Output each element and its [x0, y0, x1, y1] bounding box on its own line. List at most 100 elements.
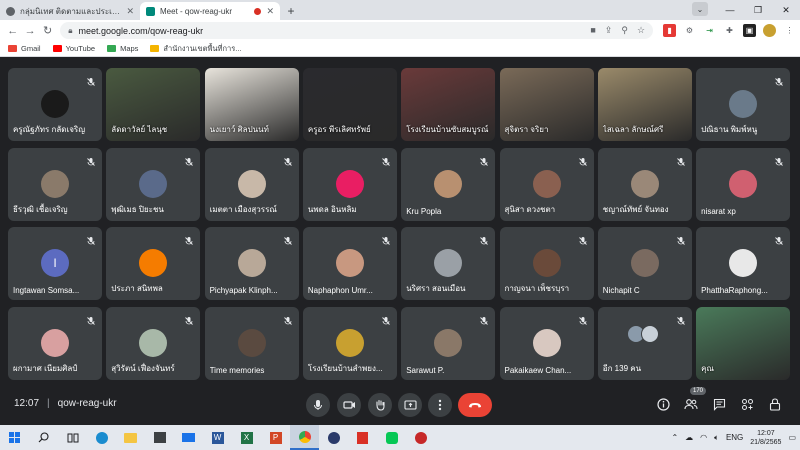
people-button[interactable] [682, 395, 700, 413]
bookmark-star-icon[interactable]: ☆ [637, 25, 645, 36]
participant-tile[interactable]: ประภา สนิทพล [106, 227, 201, 300]
participant-tile[interactable]: กาญจนา เพ็ชรบุรา [499, 227, 594, 300]
participant-tile[interactable]: Time memories [204, 306, 299, 380]
extensions-puzzle-icon[interactable]: ✚ [723, 24, 736, 37]
word-app[interactable]: W [203, 425, 232, 450]
chat-button[interactable] [710, 395, 728, 413]
meeting-details-button[interactable] [654, 395, 672, 413]
recorder-app[interactable] [406, 425, 435, 450]
participant-tile[interactable]: PhatthaRaphong... [696, 227, 791, 300]
participant-tile[interactable]: สุจิตรา จริยา [499, 68, 594, 141]
system-clock[interactable]: 12:07 21/8/2565 [750, 429, 781, 447]
participant-tile[interactable]: ครูอร พีรเลิศทรัพย์ [302, 68, 397, 141]
participant-tile[interactable]: สุวิรัตน์ เฟื่องจันทร์ [106, 306, 201, 380]
edge-app[interactable] [87, 425, 116, 450]
bookmark-gmail[interactable]: Gmail [8, 44, 41, 53]
close-tab-icon[interactable]: ✕ [266, 6, 274, 17]
participant-tile[interactable]: นงเยาว์ ศิลปนนท์ [204, 68, 299, 141]
participant-tile[interactable]: nisarat xp [696, 147, 791, 221]
participant-tile[interactable]: Pakaikaew Chan... [499, 306, 594, 380]
more-options-button[interactable] [428, 393, 452, 417]
camera-button[interactable] [337, 393, 361, 417]
participant-tile[interactable]: อีก 139 คน [597, 306, 692, 380]
avatar [532, 249, 561, 277]
participant-tile[interactable]: Nichapit C [597, 227, 692, 300]
show-hidden-icons[interactable]: ⌃ [671, 433, 678, 442]
participant-tile[interactable]: เมตตา เมืองสุวรรณ์ [204, 147, 299, 221]
forward-icon[interactable]: → [21, 22, 38, 40]
close-window-button[interactable]: ✕ [772, 0, 800, 20]
extension-1-icon[interactable]: ▮ [663, 24, 677, 37]
lock-icon[interactable]: 🔒︎ [68, 26, 72, 36]
participant-count-badge: 170 [690, 387, 707, 395]
store-app[interactable] [145, 425, 174, 450]
participant-tile[interactable]: ลัดดาวัลย์ ไลนุช [106, 68, 201, 141]
participant-tile[interactable]: นพดล อินหลิม [302, 147, 397, 221]
bookmark-maps[interactable]: Maps [107, 44, 138, 53]
browser-tab-meet[interactable]: Meet - qow-reag-ukr ✕ [140, 2, 280, 20]
browser-menu-icon[interactable]: ⋮ [783, 24, 796, 37]
present-screen-button[interactable] [398, 393, 422, 417]
avatar [237, 169, 266, 198]
participant-tile[interactable]: Sarawut P. [401, 306, 496, 380]
search-button[interactable] [29, 425, 58, 450]
task-view-button[interactable] [58, 425, 87, 450]
host-controls-button[interactable] [766, 395, 784, 413]
media-app[interactable] [319, 425, 348, 450]
extension-3-icon[interactable]: ⇥ [703, 24, 716, 37]
mail-app[interactable] [174, 425, 203, 450]
minimize-button[interactable]: — [716, 0, 744, 20]
participant-tile[interactable]: ชญาณ์ทัพย์ จันทอง [597, 147, 692, 221]
language-indicator[interactable]: ENG [726, 433, 743, 442]
profile-avatar[interactable] [763, 24, 777, 37]
camera-in-use-icon[interactable]: ■ [590, 25, 595, 36]
share-icon[interactable]: ⇪ [605, 25, 613, 36]
powerpoint-app[interactable]: P [261, 425, 290, 450]
participant-tile[interactable]: ผกามาศ เนียมศิลป์ [8, 306, 102, 380]
microphone-button[interactable] [306, 393, 330, 417]
zoom-icon[interactable]: ⚲ [621, 25, 628, 36]
back-icon[interactable]: ← [4, 22, 21, 40]
raise-hand-button[interactable] [368, 393, 392, 417]
start-button[interactable] [0, 425, 29, 450]
reload-icon[interactable]: ↻ [39, 22, 56, 40]
chrome-app[interactable] [290, 425, 319, 450]
network-icon[interactable]: ☁ [685, 433, 693, 442]
address-bar[interactable]: 🔒︎ meet.google.com/qow-reag-ukr ■ ⇪ ⚲ ☆ [60, 22, 654, 39]
activities-button[interactable] [738, 395, 756, 413]
participant-tile[interactable]: โรงเรียนบ้านซับสมบูรณ์ [401, 68, 496, 141]
participant-tile[interactable]: Naphaphon Umr... [302, 227, 397, 300]
participant-tile[interactable]: ธีรวุฒิ เชื้อเจริญ [8, 147, 102, 221]
participant-tile[interactable]: โรงเรียนบ้านสำพยง... [302, 306, 397, 380]
participant-tile[interactable]: ไสเฉลา ลักษณ์ศรี [597, 68, 692, 141]
volume-icon[interactable]: 🔈︎ [714, 433, 719, 443]
excel-app[interactable]: X [232, 425, 261, 450]
participant-tile[interactable]: คุณ [696, 306, 791, 380]
browser-tab-1[interactable]: กลุ่มนิเทศ ติดตามและประเมินผลการจัด ✕ [0, 2, 140, 20]
notification-icon[interactable]: ▭ [788, 433, 796, 442]
participant-tile[interactable]: พุฒิเมธ ปิยะชน [106, 147, 201, 221]
bookmark-youtube[interactable]: YouTube [52, 44, 95, 53]
participant-tile[interactable]: I Ingtawan Somsa... [8, 227, 102, 300]
bookmark-office[interactable]: สำนักงานเขตพื้นที่การ... [150, 43, 242, 55]
extension-2-icon[interactable]: ⚙ [683, 24, 696, 37]
tab-search-icon[interactable]: ⌄ [692, 2, 708, 16]
file-explorer-app[interactable] [116, 425, 145, 450]
close-tab-icon[interactable]: ✕ [126, 6, 134, 17]
participant-tile[interactable]: Pichyapak Klinph... [204, 227, 299, 300]
extension-4-icon[interactable]: ▣ [743, 24, 757, 37]
participant-tile[interactable]: ครูณัฐภัทร กลัดเจริญ [8, 68, 102, 141]
line-app[interactable] [377, 425, 406, 450]
meeting-code[interactable]: qow-reag-ukr [58, 398, 117, 409]
powerpoint-icon: P [269, 431, 282, 444]
avatar [630, 249, 659, 277]
participant-tile[interactable]: นริศรา สอนเมือน [401, 227, 496, 300]
participant-tile[interactable]: ปณิธาน พิมพ์หนู [696, 68, 791, 141]
participant-tile[interactable]: Kru Popla [401, 147, 496, 221]
pdf-app[interactable] [348, 425, 377, 450]
leave-call-button[interactable] [458, 393, 492, 417]
new-tab-button[interactable]: + [282, 2, 300, 20]
maximize-button[interactable]: ❐ [744, 0, 772, 20]
wifi-icon[interactable]: ◠ [700, 433, 707, 442]
participant-tile[interactable]: สุนิสา ดวงชตา [499, 147, 594, 221]
